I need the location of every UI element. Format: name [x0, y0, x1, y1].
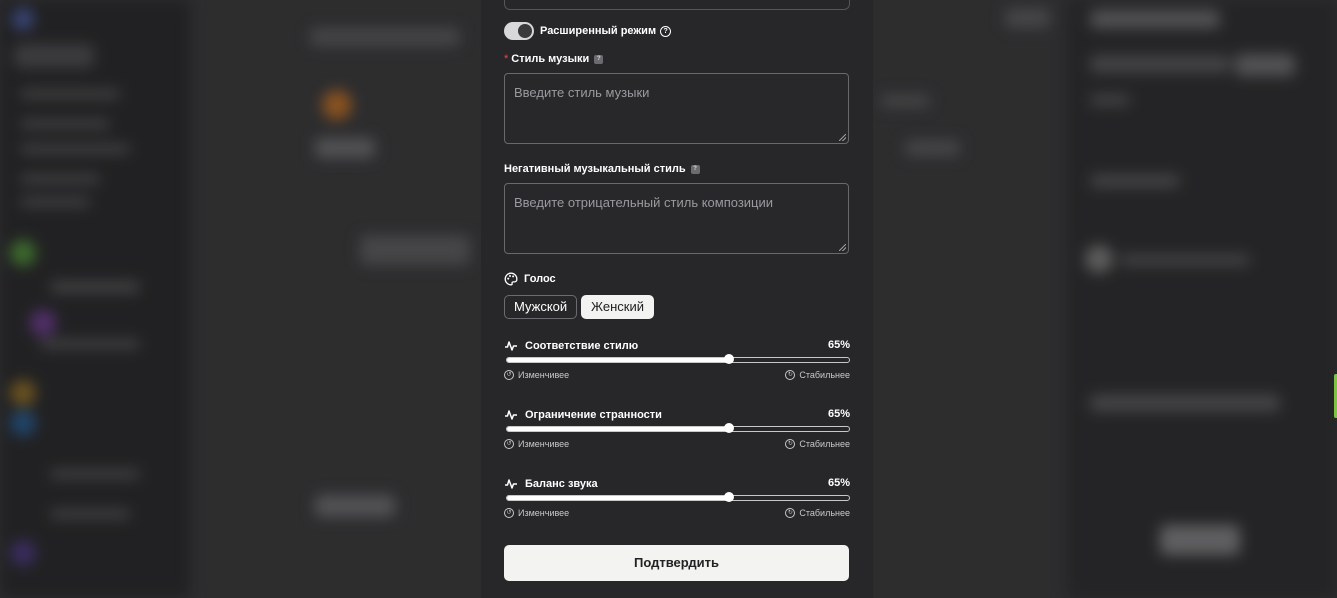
waveform-icon: [505, 341, 517, 351]
clock-icon: ↻: [785, 370, 796, 380]
slider-header: Соответствие стилю 65%: [504, 338, 850, 354]
slider-end-labels: ↺ Изменчивее ↻ Стабильнее: [504, 439, 850, 451]
slider-percent: 65%: [827, 477, 850, 489]
advanced-mode-toggle[interactable]: [504, 22, 534, 40]
resize-handle-icon[interactable]: [839, 244, 846, 251]
slider-header: Баланс звука 65%: [504, 476, 850, 492]
slider-thumb[interactable]: [724, 354, 735, 364]
slider-percent: 65%: [827, 408, 850, 420]
palette-icon: [504, 272, 518, 286]
music-style-placeholder: Введите стиль музыки: [514, 85, 650, 100]
slider-header: Ограничение странности 65%: [504, 407, 850, 423]
right-end-label: Стабильнее: [799, 508, 850, 518]
previous-input-field[interactable]: [504, 0, 850, 10]
advanced-mode-row: Расширенный режим ?: [504, 21, 672, 41]
slider-thumb[interactable]: [724, 423, 735, 433]
negative-style-textarea[interactable]: Введите отрицательный стиль композиции: [504, 183, 849, 254]
left-end-label: Изменчивее: [518, 370, 570, 380]
advanced-mode-label: Расширенный режим: [540, 25, 657, 37]
generation-settings-modal: Расширенный режим ? * Стиль музыки? Введи…: [481, 0, 873, 598]
voice-title: Голос: [524, 273, 556, 285]
left-end-label: Изменчивее: [518, 439, 570, 449]
negative-style-label: Негативный музыкальный стиль: [504, 163, 686, 175]
slider-percent: 65%: [827, 339, 850, 351]
left-end: ↺ Изменчивее: [504, 439, 569, 449]
help-icon[interactable]: ?: [660, 25, 672, 37]
right-end: ↻ Стабильнее: [785, 439, 850, 449]
right-end-label: Стабильнее: [799, 370, 850, 380]
clock-icon: ↺: [504, 439, 514, 449]
left-end: ↺ Изменчивее: [504, 370, 569, 380]
music-style-textarea[interactable]: Введите стиль музыки: [504, 73, 849, 144]
voice-option-female[interactable]: Женский: [581, 295, 654, 319]
resize-handle-icon[interactable]: [839, 134, 846, 141]
toggle-knob: [518, 24, 532, 38]
required-mark: *: [504, 53, 509, 65]
waveform-icon: [505, 410, 517, 420]
left-end: ↺ Изменчивее: [504, 508, 569, 518]
waveform-icon: [505, 479, 517, 489]
info-icon[interactable]: ?: [594, 54, 604, 64]
slider-fill: [507, 358, 730, 362]
clock-icon: ↺: [504, 370, 514, 380]
slider-thumb[interactable]: [724, 492, 735, 502]
slider-track[interactable]: [506, 354, 850, 364]
music-style-label: Стиль музыки: [511, 53, 590, 65]
clock-icon: ↻: [785, 439, 796, 449]
slider-label: Ограничение странности: [525, 409, 662, 421]
music-style-label-row: * Стиль музыки?: [504, 53, 604, 65]
right-end: ↻ Стабильнее: [785, 508, 850, 518]
slider-end-labels: ↺ Изменчивее ↻ Стабильнее: [504, 370, 850, 382]
slider-fill: [507, 496, 730, 500]
info-icon[interactable]: ?: [690, 164, 700, 174]
negative-style-label-row: Негативный музыкальный стиль?: [504, 163, 700, 175]
negative-style-placeholder: Введите отрицательный стиль композиции: [514, 195, 774, 210]
voice-section-title: Голос: [504, 272, 556, 286]
right-end-label: Стабильнее: [799, 439, 850, 449]
voice-option-male[interactable]: Мужской: [504, 295, 578, 319]
slider-end-labels: ↺ Изменчивее ↻ Стабильнее: [504, 508, 850, 520]
slider-track[interactable]: [506, 492, 850, 502]
slider-label: Соответствие стилю: [525, 340, 639, 352]
slider-style-match: Соответствие стилю 65% ↺ Изменчивее ↻ Стаб…: [504, 338, 850, 380]
slider-track[interactable]: [506, 423, 850, 433]
slider-audio-balance: Баланс звука 65% ↺ Изменчивее ↻ Стабильнее: [504, 476, 850, 518]
left-end-label: Изменчивее: [518, 508, 570, 518]
slider-weirdness: Ограничение странности 65% ↺ Изменчивее ↻…: [504, 407, 850, 449]
confirm-button[interactable]: Подтвердить: [504, 545, 849, 581]
slider-label: Баланс звука: [525, 478, 598, 490]
clock-icon: ↻: [785, 508, 796, 518]
clock-icon: ↺: [504, 508, 514, 518]
slider-fill: [507, 427, 730, 431]
right-end: ↻ Стабильнее: [785, 370, 850, 380]
